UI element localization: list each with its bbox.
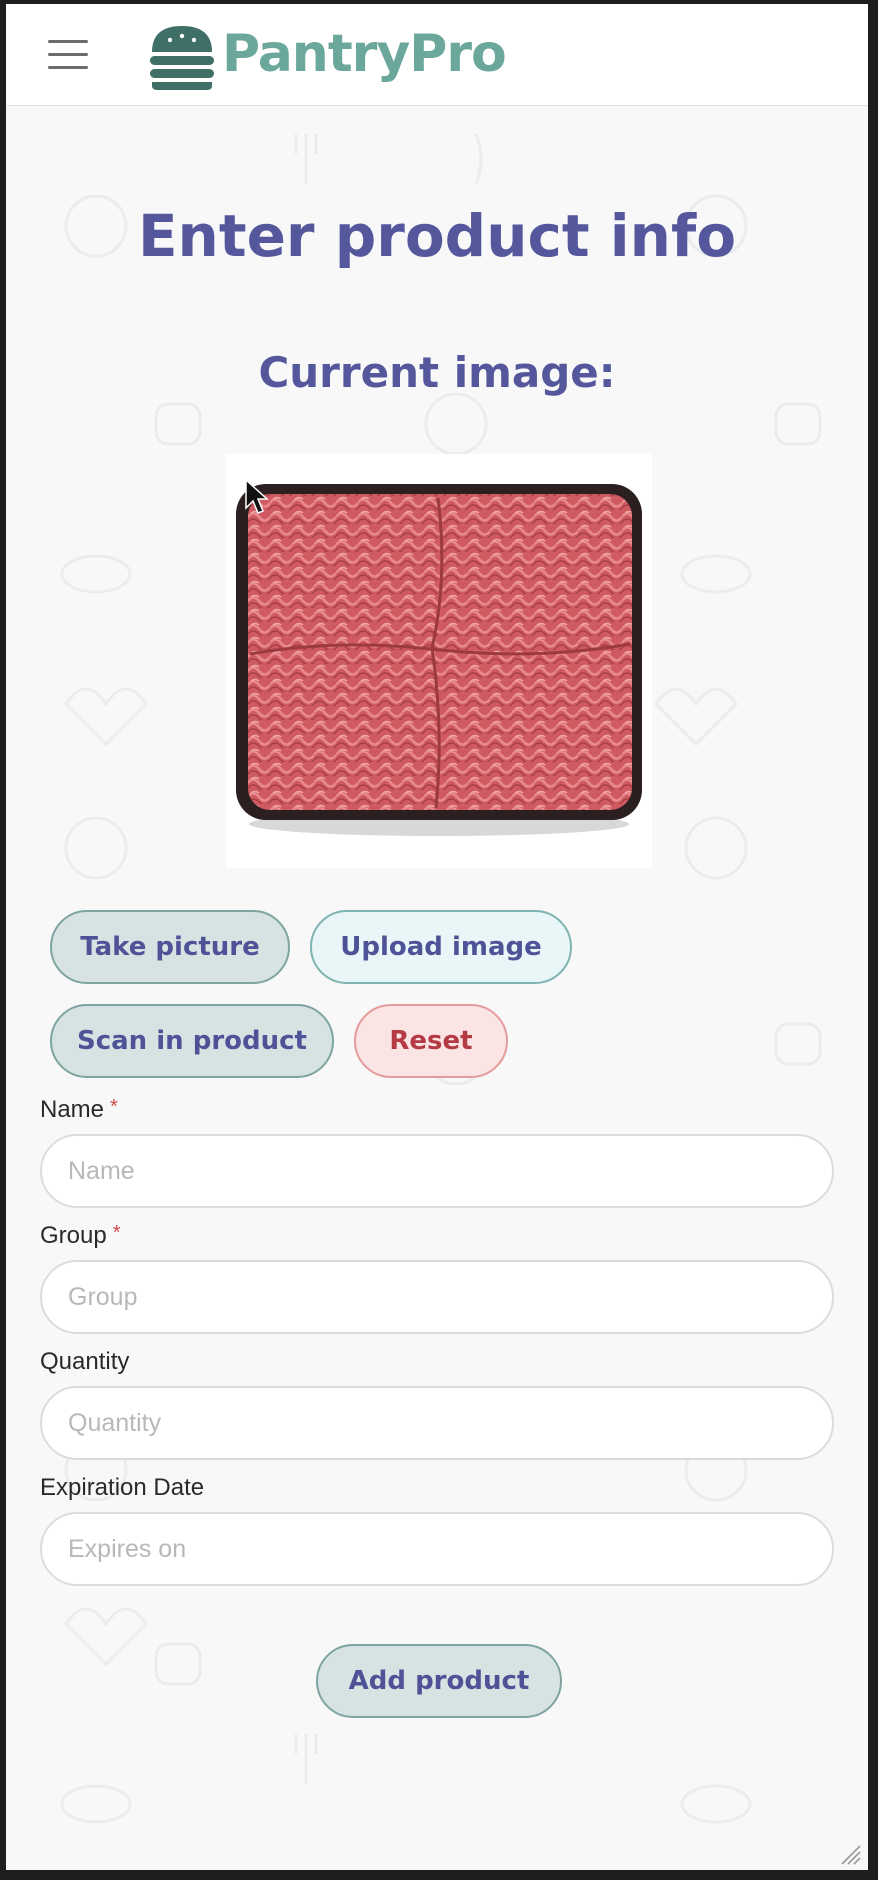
current-image-heading: Current image: [258, 348, 616, 397]
brand-logo-text[interactable]: PantryPro [222, 24, 507, 84]
add-product-button[interactable]: Add product [316, 1644, 562, 1718]
burger-icon [150, 26, 214, 90]
upload-image-button[interactable]: Upload image [310, 910, 572, 984]
top-app-bar: PantryPro [6, 4, 868, 106]
group-label: Group * [40, 1222, 121, 1250]
mouse-pointer-icon [245, 478, 269, 514]
hamburger-menu-icon[interactable] [48, 40, 88, 72]
page-title: Enter product info [137, 202, 737, 270]
reset-button[interactable]: Reset [354, 1004, 508, 1078]
product-image [226, 454, 652, 868]
name-input[interactable] [40, 1134, 834, 1208]
expiration-date-input[interactable] [40, 1512, 834, 1586]
quantity-input[interactable] [40, 1386, 834, 1460]
resize-grip-icon[interactable] [838, 1842, 862, 1866]
name-label: Name * [40, 1096, 118, 1124]
group-input[interactable] [40, 1260, 834, 1334]
group-label-text: Group [40, 1222, 107, 1249]
name-label-text: Name [40, 1096, 105, 1123]
required-marker: * [112, 1222, 121, 1244]
scan-in-product-button[interactable]: Scan in product [50, 1004, 334, 1078]
expiration-date-label: Expiration Date [40, 1474, 205, 1501]
quantity-label: Quantity [40, 1348, 130, 1375]
required-marker: * [110, 1096, 118, 1118]
take-picture-button[interactable]: Take picture [50, 910, 290, 984]
app-window: PantryPro Enter product info Current ima… [6, 4, 868, 1870]
